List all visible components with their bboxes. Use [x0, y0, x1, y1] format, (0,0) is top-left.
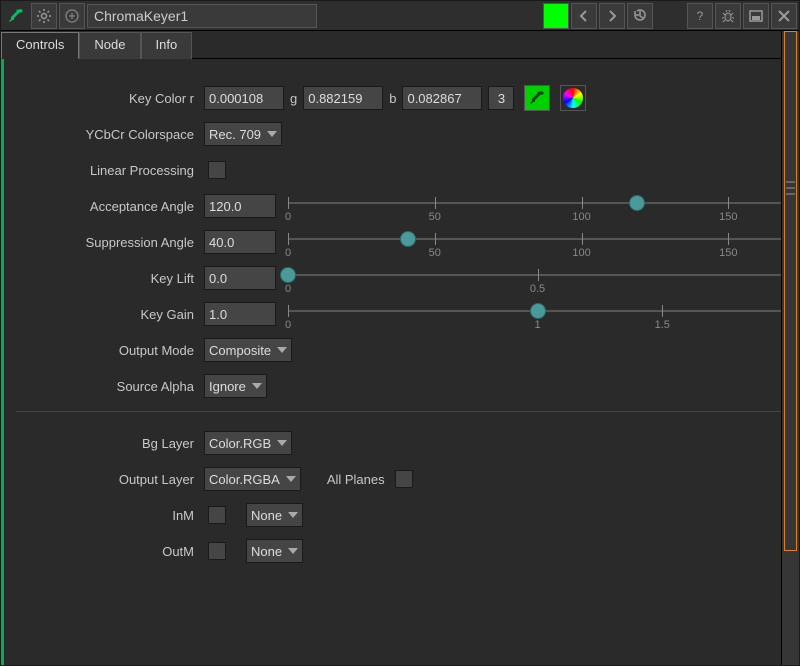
- tab-label: Controls: [16, 37, 64, 52]
- color-wheel-button[interactable]: [560, 85, 586, 111]
- settings-button[interactable]: [31, 3, 57, 29]
- key-color-b-label: b: [383, 91, 402, 106]
- outm-checkbox[interactable]: [208, 542, 226, 560]
- svg-text:?: ?: [697, 9, 704, 23]
- acceptance-angle-label: Acceptance Angle: [16, 199, 204, 214]
- colorspace-label: YCbCr Colorspace: [16, 127, 204, 142]
- output-mode-row: Output Mode Composite: [16, 335, 787, 365]
- outm-dropdown[interactable]: None: [246, 539, 303, 563]
- chevron-down-icon: [252, 383, 262, 389]
- help-button[interactable]: ?: [687, 3, 713, 29]
- layout-button[interactable]: [743, 3, 769, 29]
- linear-processing-row: Linear Processing: [16, 155, 787, 185]
- chevron-down-icon: [277, 440, 287, 446]
- bug-button[interactable]: [715, 3, 741, 29]
- colorspace-dropdown[interactable]: Rec. 709: [204, 122, 282, 146]
- next-button[interactable]: [599, 3, 625, 29]
- tab-bar: Controls Node Info: [1, 31, 799, 59]
- source-alpha-label: Source Alpha: [16, 379, 204, 394]
- key-gain-row: Key Gain 011.52: [16, 299, 787, 329]
- bg-layer-row: Bg Layer Color.RGB: [16, 428, 787, 458]
- tab-node[interactable]: Node: [79, 32, 140, 59]
- tab-controls[interactable]: Controls: [1, 32, 79, 59]
- slider-thumb[interactable]: [280, 267, 296, 283]
- slider-thumb[interactable]: [400, 231, 416, 247]
- eyedropper-button[interactable]: [3, 3, 29, 29]
- source-alpha-row: Source Alpha Ignore: [16, 371, 787, 401]
- bg-layer-dropdown[interactable]: Color.RGB: [204, 431, 292, 455]
- key-gain-field[interactable]: [204, 302, 276, 326]
- chevron-down-icon: [286, 476, 296, 482]
- suppression-angle-slider[interactable]: 050100150: [288, 227, 787, 257]
- add-button[interactable]: [59, 3, 85, 29]
- rail-grip-icon[interactable]: [786, 181, 795, 195]
- key-lift-field[interactable]: [204, 266, 276, 290]
- side-rail[interactable]: [781, 31, 799, 665]
- acceptance-angle-slider[interactable]: 050100150: [288, 191, 787, 221]
- suppression-angle-field[interactable]: [204, 230, 276, 254]
- eyedropper-picker-button[interactable]: [524, 85, 550, 111]
- outm-row: OutM None: [16, 536, 787, 566]
- divider: [16, 411, 787, 412]
- acceptance-angle-field[interactable]: [204, 194, 276, 218]
- chevron-down-icon: [277, 347, 287, 353]
- tab-label: Node: [94, 37, 125, 52]
- chevron-down-icon: [267, 131, 277, 137]
- revert-button[interactable]: [627, 3, 653, 29]
- all-planes-checkbox[interactable]: [395, 470, 413, 488]
- tab-info[interactable]: Info: [141, 32, 193, 59]
- all-planes-label: All Planes: [321, 472, 391, 487]
- key-color-step-field[interactable]: [488, 86, 514, 110]
- key-gain-label: Key Gain: [16, 307, 204, 322]
- bg-layer-label: Bg Layer: [16, 436, 204, 451]
- node-color-swatch[interactable]: [543, 3, 569, 29]
- key-lift-row: Key Lift 00.51: [16, 263, 787, 293]
- toolbar: ?: [1, 1, 799, 31]
- key-color-row: Key Color r g b: [16, 83, 787, 113]
- slider-thumb[interactable]: [530, 303, 546, 319]
- chevron-down-icon: [288, 548, 298, 554]
- key-gain-slider[interactable]: 011.52: [288, 299, 787, 329]
- key-color-g-field[interactable]: [303, 86, 383, 110]
- inm-dropdown[interactable]: None: [246, 503, 303, 527]
- output-layer-row: Output Layer Color.RGBA All Planes: [16, 464, 787, 494]
- key-color-label: Key Color r: [16, 91, 204, 106]
- rail-marker: [784, 31, 797, 551]
- suppression-angle-label: Suppression Angle: [16, 235, 204, 250]
- key-lift-slider[interactable]: 00.51: [288, 263, 787, 293]
- chevron-down-icon: [288, 512, 298, 518]
- tab-label: Info: [156, 37, 178, 52]
- chromakeyer-panel: ? Controls Node Info Key Color r g b YCb…: [0, 0, 800, 666]
- inm-row: InM None: [16, 500, 787, 530]
- linear-processing-checkbox[interactable]: [208, 161, 226, 179]
- key-lift-label: Key Lift: [16, 271, 204, 286]
- colorspace-row: YCbCr Colorspace Rec. 709: [16, 119, 787, 149]
- close-button[interactable]: [771, 3, 797, 29]
- controls-pane: Key Color r g b YCbCr Colorspace Rec. 70…: [1, 59, 799, 665]
- source-alpha-dropdown[interactable]: Ignore: [204, 374, 267, 398]
- key-color-g-label: g: [284, 91, 303, 106]
- acceptance-angle-row: Acceptance Angle 050100150: [16, 191, 787, 221]
- output-mode-label: Output Mode: [16, 343, 204, 358]
- slider-thumb[interactable]: [629, 195, 645, 211]
- prev-button[interactable]: [571, 3, 597, 29]
- output-layer-dropdown[interactable]: Color.RGBA: [204, 467, 301, 491]
- suppression-angle-row: Suppression Angle 050100150: [16, 227, 787, 257]
- key-color-b-field[interactable]: [402, 86, 482, 110]
- outm-label: OutM: [16, 544, 204, 559]
- linear-processing-label: Linear Processing: [16, 163, 204, 178]
- node-name-field[interactable]: [87, 4, 317, 28]
- key-color-r-field[interactable]: [204, 86, 284, 110]
- inm-checkbox[interactable]: [208, 506, 226, 524]
- output-mode-dropdown[interactable]: Composite: [204, 338, 292, 362]
- output-layer-label: Output Layer: [16, 472, 204, 487]
- inm-label: InM: [16, 508, 204, 523]
